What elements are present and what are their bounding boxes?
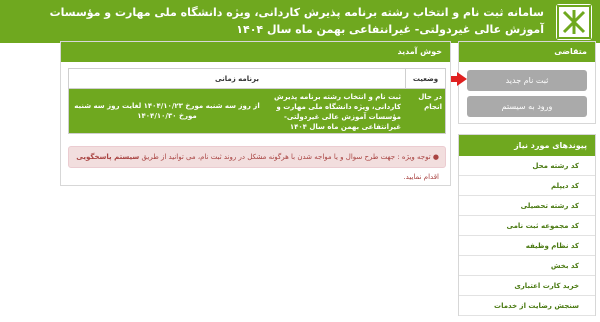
link-satisfaction[interactable]: سنجش رضایت از خدمات: [459, 296, 595, 316]
logo: [556, 4, 592, 40]
row-time: از روز سه شنبه مورخ ۱۴۰۴/۱۰/۲۳ لغایت روز…: [74, 102, 260, 120]
table-header: وضعیت برنامه زمانی: [69, 69, 445, 89]
applicant-heading: متقاضی: [459, 42, 595, 62]
schedule-table: وضعیت برنامه زمانی در حال انجام ثبت نام …: [68, 68, 446, 134]
link-military-code[interactable]: کد نظام وظیفه: [459, 236, 595, 256]
column-schedule: برنامه زمانی: [215, 75, 259, 83]
warning-icon: ●: [432, 153, 439, 161]
welcome-heading: خوش آمدید: [61, 42, 450, 62]
login-button[interactable]: ورود به سیستم: [467, 96, 587, 117]
university-logo-icon: [557, 5, 591, 39]
link-program-code[interactable]: کد رشته محل: [459, 156, 595, 176]
row-title: ثبت نام و انتخاب رشته برنامه پذیرش کاردا…: [274, 93, 401, 131]
notice-alert: ● توجه ویژه : جهت طرح سوال و یا مواجه شد…: [68, 146, 446, 181]
app-header: سامانه ثبت نام و انتخاب رشته برنامه پذیر…: [0, 0, 600, 43]
column-status: وضعیت: [405, 69, 445, 88]
link-diploma-code[interactable]: کد دیپلم: [459, 176, 595, 196]
table-row: در حال انجام ثبت نام و انتخاب رشته برنام…: [69, 89, 445, 133]
links-panel: پیوندهای مورد نیاز کد رشته محل کد دیپلم …: [458, 134, 596, 316]
alert-text: توجه ویژه : جهت طرح سوال و یا مواجه شدن …: [141, 153, 431, 161]
link-field-code[interactable]: کد رشته تحصیلی: [459, 196, 595, 216]
new-signup-button[interactable]: ثبت نام جدید: [467, 70, 587, 91]
links-heading: پیوندهای مورد نیاز: [459, 135, 595, 156]
link-buy-card[interactable]: خرید کارت اعتباری: [459, 276, 595, 296]
row-status: در حال انجام: [418, 93, 442, 111]
link-group-code[interactable]: کد مجموعه ثبت نامی: [459, 216, 595, 236]
support-link[interactable]: سیستم پاسخگویی: [76, 153, 139, 161]
main-panel: خوش آمدید وضعیت برنامه زمانی در حال انجا…: [60, 41, 451, 186]
page-title: سامانه ثبت نام و انتخاب رشته برنامه پذیر…: [49, 6, 544, 36]
alert-suffix: اقدام نمایید.: [403, 173, 439, 181]
applicant-panel: متقاضی ثبت نام جدید ورود به سیستم: [458, 41, 596, 124]
link-district-code[interactable]: کد بخش: [459, 256, 595, 276]
